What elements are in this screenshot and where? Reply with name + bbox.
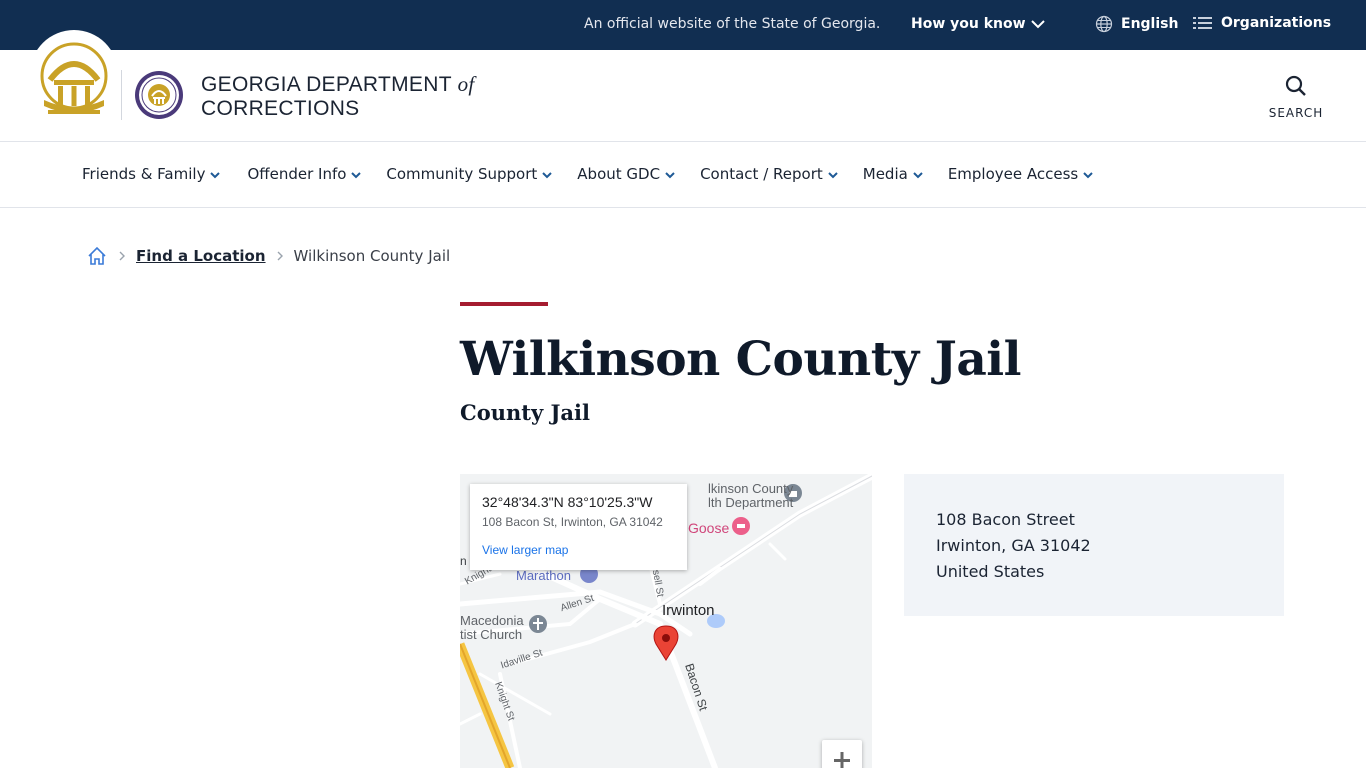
nav-item-label: Friends & Family xyxy=(82,165,206,183)
chevron-right-icon xyxy=(119,251,125,261)
address-country: United States xyxy=(936,562,1045,581)
nav-item-label: Contact / Report xyxy=(700,165,823,183)
map-label-marathon: Marathon xyxy=(516,568,571,583)
map-label-text: lkinson County xyxy=(708,481,794,496)
agency-name-line1: GEORGIA DEPARTMENT xyxy=(201,73,452,96)
site-header: GEORGIA DEPARTMENT of CORRECTIONS SEARCH xyxy=(0,30,1366,142)
nav-item-community-support[interactable]: Community Support xyxy=(386,165,553,183)
logo-divider xyxy=(121,70,122,120)
nav-item-label: Offender Info xyxy=(247,165,347,183)
nav-item-label: About GDC xyxy=(577,165,661,183)
official-banner: An official website of the State of Geor… xyxy=(0,0,1366,50)
chevron-down-icon xyxy=(1083,172,1093,179)
chevron-down-icon xyxy=(210,172,221,179)
search-button[interactable]: SEARCH xyxy=(1264,74,1328,120)
map-label-macedonia: Macedonia tist Church xyxy=(460,614,524,642)
breadcrumb-link-find-a-location[interactable]: Find a Location xyxy=(136,247,266,265)
search-label: SEARCH xyxy=(1268,106,1324,120)
map-label-n: n xyxy=(460,554,467,568)
map-label-goose: Goose xyxy=(688,520,730,536)
map-label-text: tist Church xyxy=(460,627,523,642)
language-label: English xyxy=(1121,16,1179,32)
address-street: 108 Bacon Street xyxy=(936,510,1075,529)
nav-item-label: Community Support xyxy=(386,165,538,183)
official-site-text: An official website of the State of Geor… xyxy=(584,16,881,32)
language-selector[interactable]: English xyxy=(1095,15,1178,33)
agency-name[interactable]: GEORGIA DEPARTMENT of CORRECTIONS xyxy=(201,72,475,121)
breadcrumb: Find a Location Wilkinson County Jail xyxy=(86,245,450,267)
page-title: Wilkinson County Jail xyxy=(460,332,1021,387)
globe-icon xyxy=(1095,15,1113,33)
address-city-state-zip: Irwinton, GA 31042 xyxy=(936,536,1091,555)
map-label-text: lth Department xyxy=(708,495,794,510)
nav-item-contact-report[interactable]: Contact / Report xyxy=(700,165,839,183)
nav-item-employee-access[interactable]: Employee Access xyxy=(948,165,1094,183)
nav-item-media[interactable]: Media xyxy=(863,165,924,183)
chevron-down-icon[interactable] xyxy=(1030,17,1046,31)
chevron-down-icon xyxy=(351,172,362,179)
list-icon xyxy=(1193,17,1212,29)
chevron-right-icon xyxy=(277,251,283,261)
location-map[interactable]: lkinson County lth Department Goose Marat… xyxy=(460,474,872,768)
map-coordinates: 32°48'34.3"N 83°10'25.3"W xyxy=(482,494,653,510)
nav-item-offender-info[interactable]: Offender Info xyxy=(247,165,362,183)
agency-name-line2: CORRECTIONS xyxy=(201,97,360,120)
nav-item-label: Media xyxy=(862,165,908,183)
map-address: 108 Bacon St, Irwinton, GA 31042 xyxy=(482,515,663,529)
page-subtitle: County Jail xyxy=(460,400,590,425)
address-card: 108 Bacon Street Irwinton, GA 31042 Unit… xyxy=(904,474,1284,616)
agency-name-of: of xyxy=(457,72,475,96)
chevron-down-icon xyxy=(542,172,553,179)
plus-icon xyxy=(834,752,850,768)
main-navigation: Friends & Family Offender Info Community… xyxy=(0,143,1366,208)
map-label-text: Macedonia xyxy=(460,613,524,628)
georgia-arch-logo-icon[interactable] xyxy=(38,40,110,120)
map-info-card: 32°48'34.3"N 83°10'25.3"W 108 Bacon St, … xyxy=(470,484,687,570)
chevron-down-icon xyxy=(665,172,675,179)
breadcrumb-current: Wilkinson County Jail xyxy=(293,247,451,265)
view-larger-map-link[interactable]: View larger map xyxy=(482,543,675,557)
search-icon xyxy=(1285,75,1306,96)
organizations-label: Organizations xyxy=(1221,15,1332,31)
map-label-irwinton: Irwinton xyxy=(662,602,715,619)
map-zoom-in-button[interactable] xyxy=(822,740,862,768)
how-you-know-button[interactable]: How you know xyxy=(911,16,1026,32)
nav-item-friends-family[interactable]: Friends & Family xyxy=(82,165,221,183)
title-accent-bar xyxy=(460,302,548,306)
home-icon[interactable] xyxy=(86,245,108,267)
gdc-seal-icon[interactable] xyxy=(134,70,184,120)
organizations-button[interactable]: Organizations xyxy=(1193,15,1331,31)
chevron-down-icon xyxy=(913,172,923,179)
nav-item-label: Employee Access xyxy=(947,165,1079,183)
nav-item-about-gdc[interactable]: About GDC xyxy=(577,165,676,183)
chevron-down-icon xyxy=(828,172,838,179)
map-label-health-dept: lkinson County lth Department xyxy=(708,482,793,510)
